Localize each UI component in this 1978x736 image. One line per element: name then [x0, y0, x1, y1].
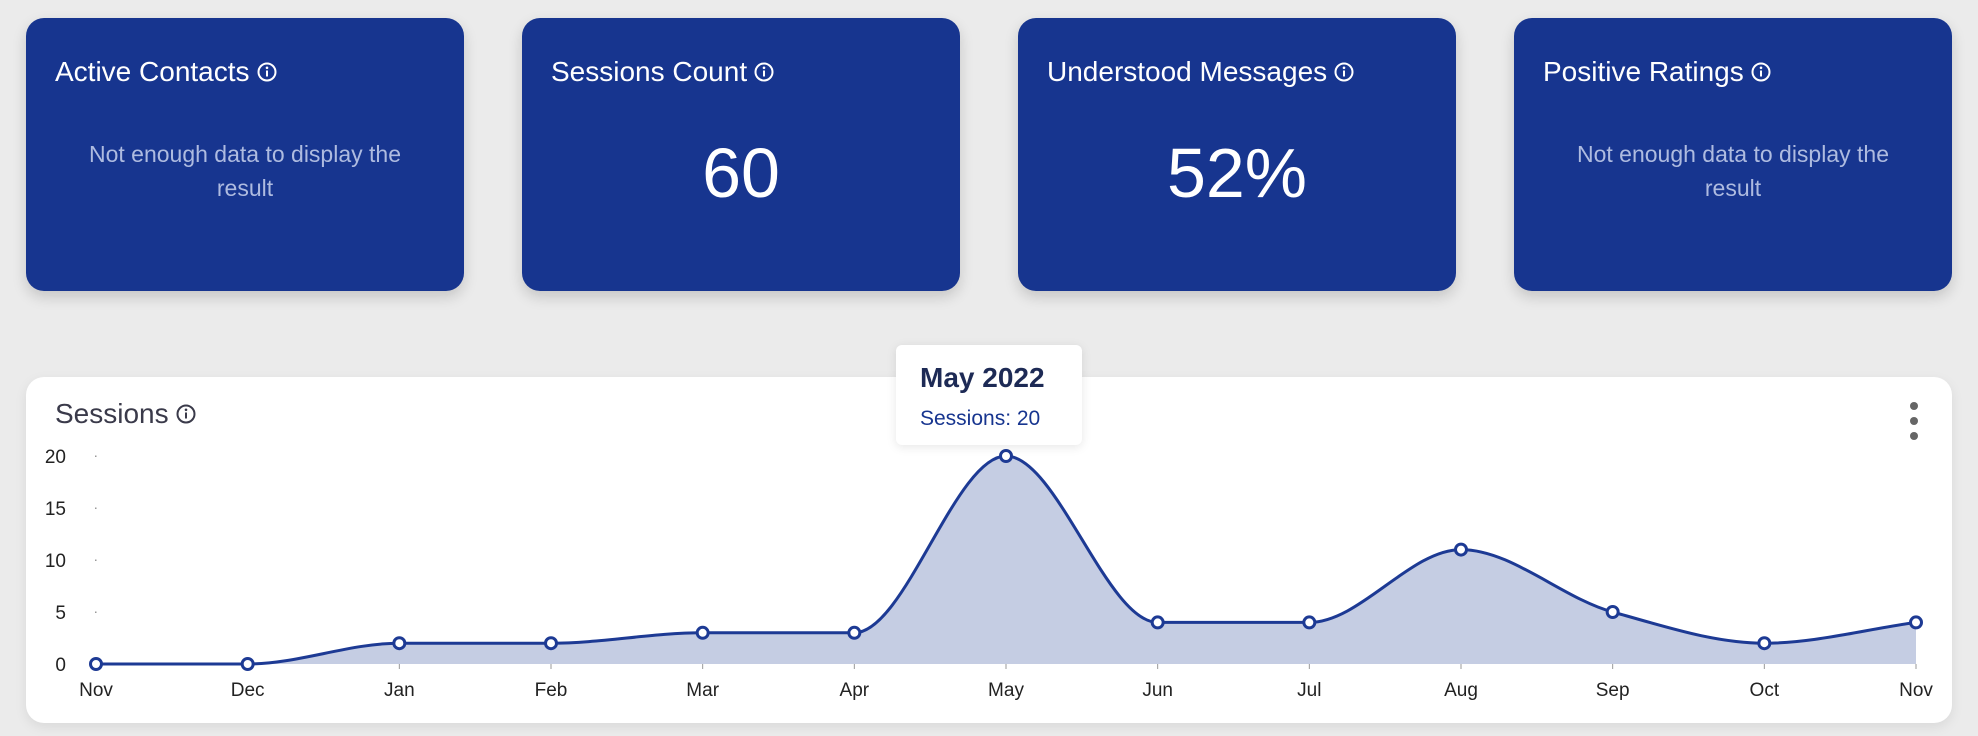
- card-title: Positive Ratings: [1543, 54, 1772, 90]
- data-point: [1454, 542, 1468, 557]
- card-title: Understood Messages: [1047, 54, 1355, 90]
- data-point: [1757, 636, 1772, 651]
- y-tick-label: 15: [45, 499, 66, 520]
- x-tick-label: Jul: [1297, 680, 1321, 701]
- info-icon[interactable]: [1750, 61, 1772, 83]
- data-point: [847, 625, 862, 640]
- y-tick-mark: [95, 559, 97, 561]
- card-title-text: Positive Ratings: [1543, 56, 1744, 87]
- x-tick-label: Mar: [686, 680, 719, 701]
- chart-tooltip: May 2022 Sessions: 20: [896, 345, 1082, 445]
- y-tick-label: 10: [45, 551, 66, 572]
- understood-messages-card: Understood Messages 52%: [1018, 18, 1456, 291]
- x-tick-label: Jun: [1142, 680, 1173, 701]
- y-tick-label: 20: [45, 447, 66, 468]
- card-title: Sessions Count: [551, 54, 775, 90]
- x-tick-label: Nov: [1899, 680, 1933, 701]
- card-empty-message: Not enough data to display the result: [1576, 141, 1889, 201]
- y-tick-mark: [95, 611, 97, 613]
- data-point: [1909, 615, 1923, 630]
- y-tick-mark: [95, 507, 97, 509]
- x-tick-label: Dec: [231, 680, 265, 701]
- sessions-count-card: Sessions Count 60: [522, 18, 960, 291]
- x-tick-label: Jan: [384, 680, 415, 701]
- y-tick-mark: [95, 455, 97, 457]
- positive-ratings-card: Positive Ratings Not enough data to disp…: [1514, 18, 1952, 291]
- x-tick-label: May: [988, 680, 1024, 701]
- y-tick-label: 5: [55, 603, 66, 624]
- sessions-area: [96, 456, 1916, 664]
- card-title-text: Understood Messages: [1047, 56, 1328, 87]
- x-tick-label: Nov: [79, 680, 113, 701]
- card-title: Active Contacts: [55, 54, 278, 90]
- card-value: 60: [702, 134, 780, 212]
- data-point: [695, 625, 710, 640]
- data-point: [1605, 605, 1620, 619]
- card-title-text: Active Contacts: [55, 56, 250, 87]
- data-point: [1150, 615, 1165, 630]
- x-tick-label: Sep: [1596, 680, 1630, 701]
- x-tick-label: Oct: [1750, 680, 1780, 701]
- data-point: [240, 657, 255, 671]
- info-icon[interactable]: [256, 61, 278, 83]
- card-value: 52%: [1166, 134, 1308, 212]
- active-contacts-card: Active Contacts Not enough data to displ…: [26, 18, 464, 291]
- card-title-text: Sessions Count: [551, 56, 748, 87]
- info-icon[interactable]: [1333, 61, 1355, 83]
- info-icon[interactable]: [753, 61, 775, 83]
- x-tick-label: Apr: [840, 680, 870, 701]
- x-tick-label: Feb: [535, 680, 568, 701]
- data-point: [999, 449, 1013, 463]
- tooltip-title: May 2022: [920, 362, 1045, 393]
- data-point: [392, 636, 407, 651]
- data-point: [89, 657, 103, 671]
- x-tick-label: Aug: [1444, 680, 1478, 701]
- data-point: [544, 636, 558, 651]
- card-empty-message: Not enough data to display the result: [88, 141, 401, 201]
- tooltip-value: Sessions: 20: [920, 407, 1041, 430]
- data-point: [1302, 615, 1317, 630]
- y-tick-label: 0: [55, 655, 66, 676]
